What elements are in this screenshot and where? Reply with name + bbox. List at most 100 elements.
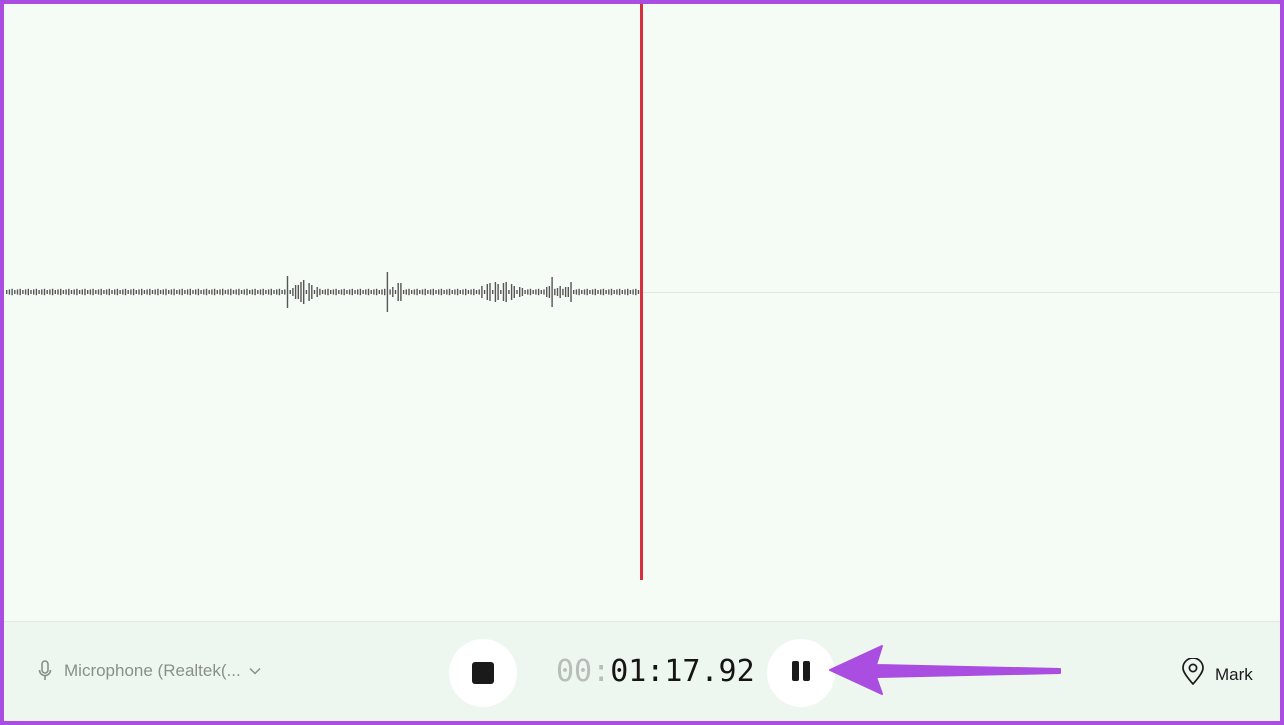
waveform-bar [529,288,532,296]
waveform-bar [176,290,178,294]
waveform-bar [84,288,86,296]
waveform-bar [527,289,529,295]
waveform-bar [346,290,348,294]
mark-label: Mark [1215,664,1253,684]
waveform-bar [586,288,588,296]
waveform-bar [119,290,121,294]
waveform-bar [354,290,356,294]
waveform-bar [578,288,580,296]
waveform-bar [267,289,270,295]
waveform-bar [78,290,81,294]
mark-button[interactable]: Mark [1181,657,1253,691]
waveform-bar [381,289,383,295]
stop-button[interactable] [449,639,517,707]
waveform-bar [8,289,11,295]
waveform-bar [429,289,432,295]
microphone-label: Microphone (Realtek(... [64,661,241,680]
waveform-bar [276,289,278,295]
waveform-bar [243,289,245,295]
waveform-bar [564,287,567,297]
waveform-bar [618,288,621,296]
waveform-bar [362,290,364,294]
waveform-bar [335,288,337,296]
waveform-bar [154,289,156,295]
waveform-bar [240,290,243,294]
waveform-bar [394,290,397,294]
waveform-bar [114,289,116,295]
waveform-bar [186,289,189,295]
waveform-bar [416,288,418,296]
waveform-bar [73,289,75,295]
waveform-bar [556,288,559,296]
waveform-bar [375,288,378,296]
waveform-bar [95,290,97,294]
waveform-bar [589,290,591,294]
control-bar: Microphone (Realtek(... 00:01:17.92 Mark [4,621,1280,721]
waveform-bar [311,285,313,299]
waveform-bar [178,289,181,295]
waveform-bar [378,290,380,294]
waveform-bar [470,289,472,295]
waveform-bar [65,289,67,295]
waveform-bar [116,288,119,296]
waveform-bar [257,290,259,294]
waveform-bar [130,289,132,295]
waveform-bar [551,277,553,307]
waveform-bar [246,288,248,296]
waveform-bar [270,288,272,296]
waveform-bar [138,289,140,295]
waveform-bar [289,290,291,294]
waveform-bar [486,284,488,300]
waveform-bar [35,288,38,296]
waveform-bar [297,285,299,299]
waveform-bar [81,289,83,295]
waveform-bar [305,290,308,294]
waveform-bar [189,288,191,296]
waveform-bar [238,288,240,296]
waveform-bar [62,290,65,294]
waveform-bar [510,284,513,300]
waveform-bar [467,290,470,294]
microphone-selector[interactable]: Microphone (Realtek(... [38,660,261,682]
waveform-bar [462,289,464,295]
waveform-bar [338,290,340,294]
waveform-bar [546,287,548,297]
arrow-icon [829,645,1061,695]
waveform-bar [583,289,586,295]
waveform-bar [454,289,456,295]
waveform-bar [440,288,443,296]
waveform-bar [554,288,556,296]
waveform-bar [54,290,56,294]
waveform-bar [616,289,618,295]
waveform-bar [313,290,316,294]
waveform-bar [22,290,24,294]
waveform-bar [224,290,227,294]
waveform-bar [300,282,302,302]
waveform-bar [251,289,254,295]
pause-button[interactable] [767,639,835,707]
waveform-bar [629,290,632,294]
waveform-bar [122,289,124,295]
waveform-bar [230,288,232,296]
waveform-bar [443,290,445,294]
waveform-bar [162,289,164,295]
waveform-bar [432,288,434,296]
waveform-bar [508,290,510,294]
waveform-bar [108,288,110,296]
waveform-bar [532,290,534,294]
waveform-bar [348,289,351,295]
waveform-bar [516,290,518,294]
waveform-bar [559,286,561,298]
waveform-bar [132,288,135,296]
waveform-bar [567,287,569,297]
waveform-bar [49,289,51,295]
waveform-bar [497,284,499,300]
waveform-bar [524,290,526,294]
waveform-bar [181,288,183,296]
waveform-bar [211,289,213,295]
waveform-bar [197,288,200,296]
waveform-bar [451,290,453,294]
waveform-bar [41,289,43,295]
waveform-bar [543,289,545,295]
playhead[interactable] [640,4,643,580]
